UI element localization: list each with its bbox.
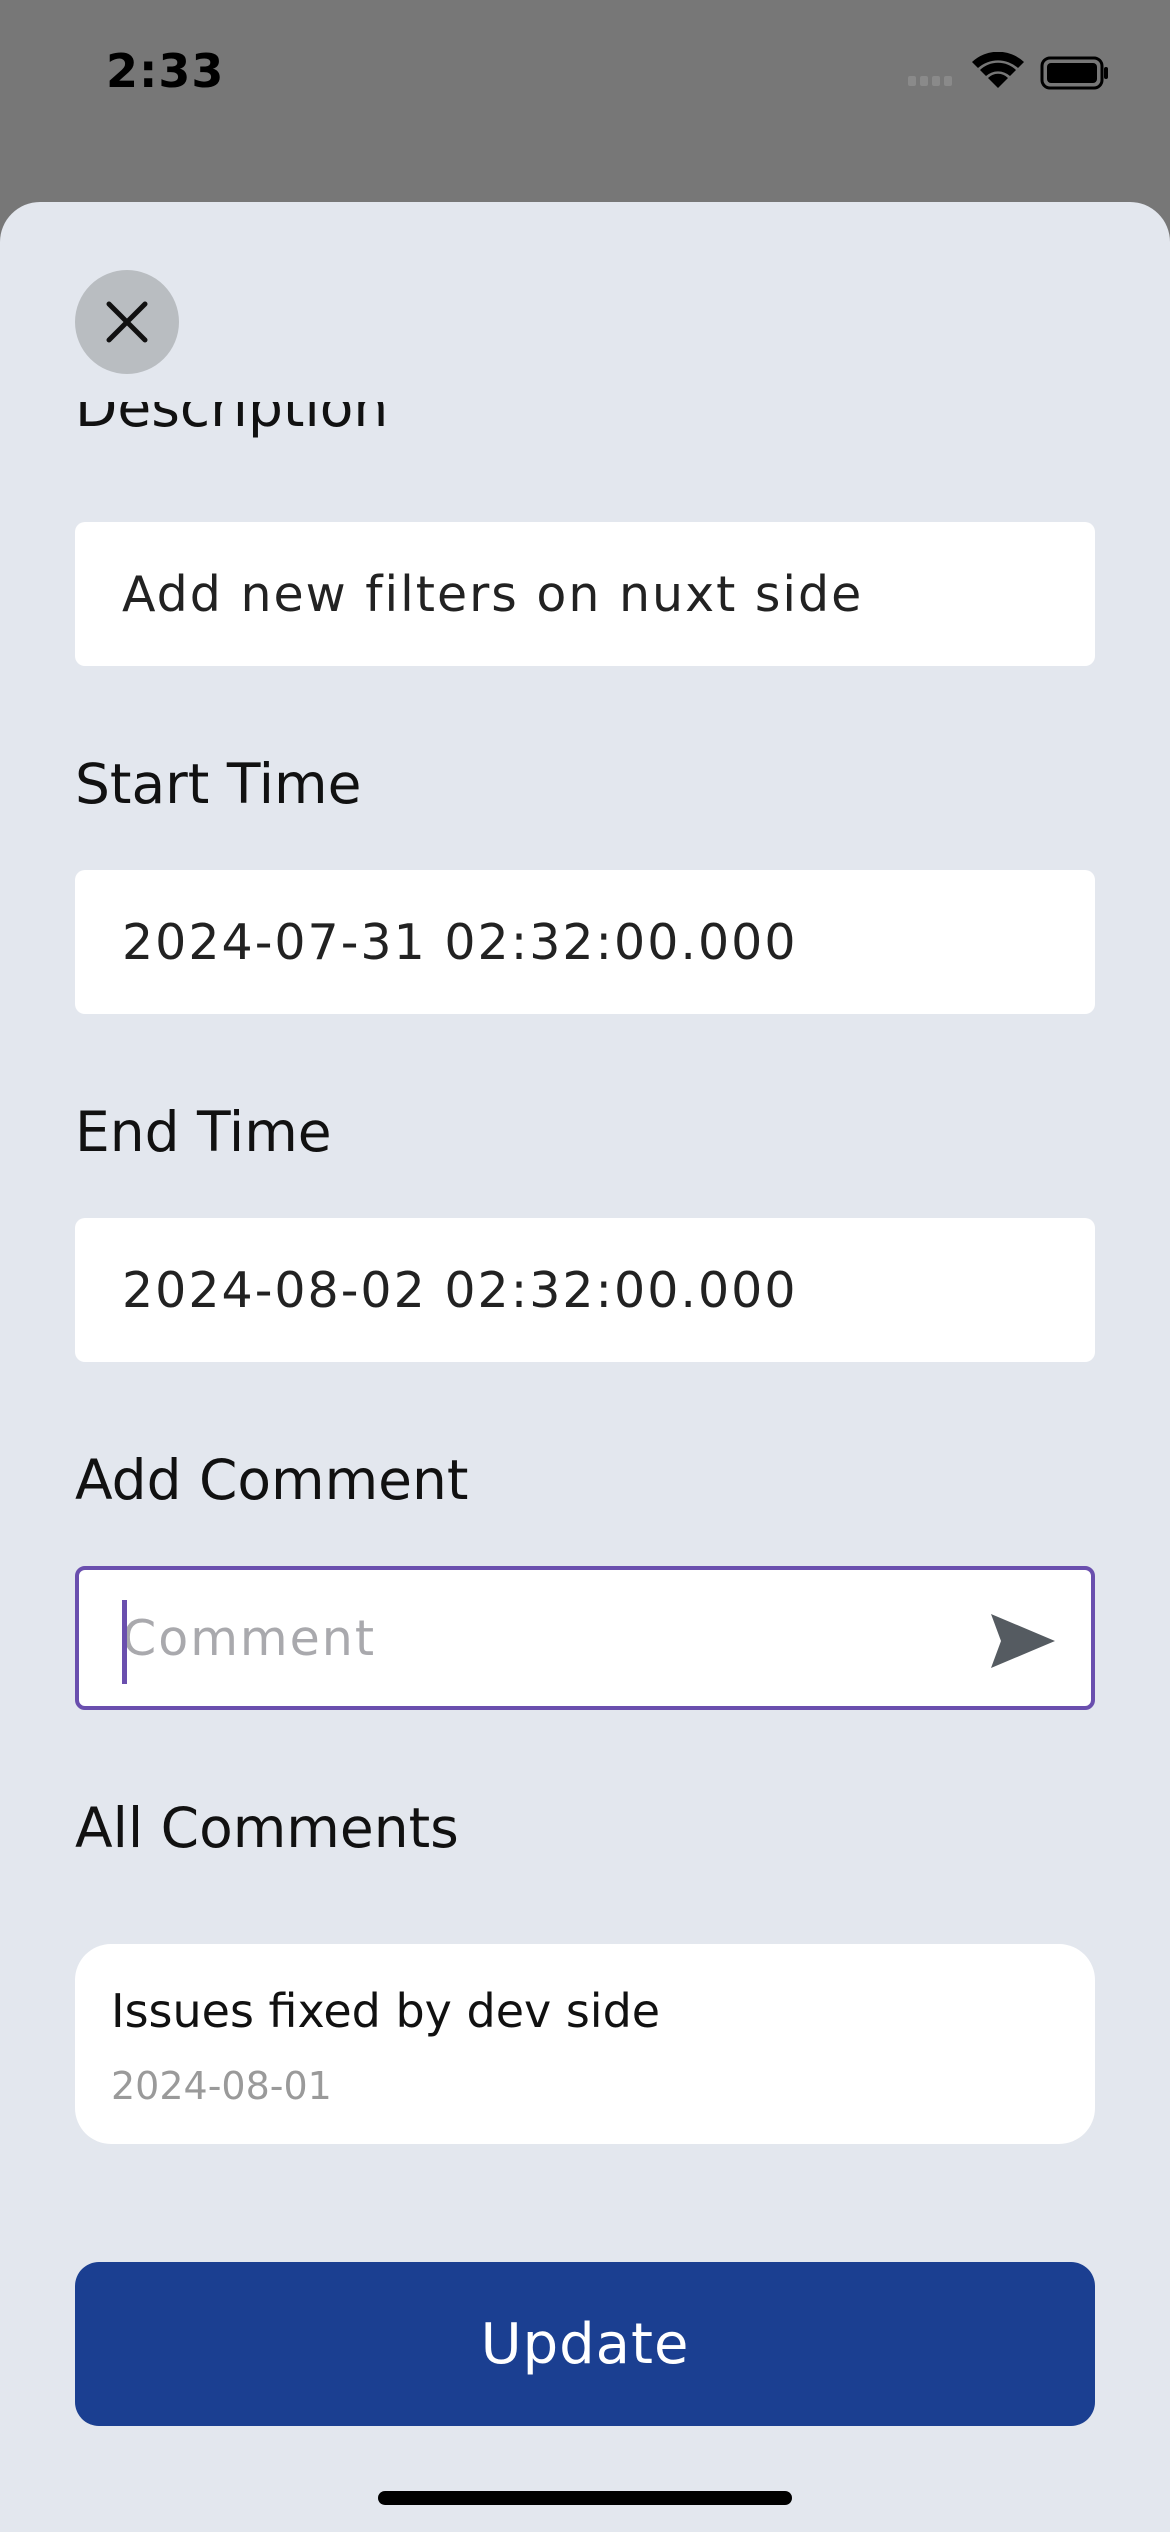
text-caret [122, 1600, 127, 1684]
comment-text: Issues fixed by dev side [111, 1984, 661, 2038]
add-comment-label: Add Comment [75, 1448, 469, 1512]
description-label: Description [75, 402, 389, 439]
comment-date: 2024-08-01 [111, 2064, 332, 2108]
status-time: 2:33 [106, 44, 225, 98]
comment-card: Issues fixed by dev side 2024-08-01 [75, 1944, 1095, 2144]
status-bar: 2:33 [0, 0, 1170, 150]
comment-placeholder: Comment [122, 1609, 377, 1667]
start-time-value: 2024-07-31 02:32:00.000 [122, 913, 798, 971]
home-indicator [378, 2491, 792, 2505]
send-icon [991, 1614, 1055, 1668]
update-button[interactable]: Update [75, 2262, 1095, 2426]
end-time-value: 2024-08-02 02:32:00.000 [122, 1261, 798, 1319]
comment-input[interactable]: Comment [75, 1566, 1095, 1710]
battery-icon [1040, 56, 1108, 90]
status-icons [902, 51, 1112, 92]
description-field[interactable]: Add new filters on nuxt side [75, 522, 1095, 666]
close-icon [106, 301, 148, 343]
close-button[interactable] [75, 270, 179, 374]
start-time-label: Start Time [75, 752, 362, 816]
end-time-label: End Time [75, 1100, 332, 1164]
cellular-signal-icon [908, 76, 952, 86]
description-value: Add new filters on nuxt side [122, 565, 864, 623]
edit-task-sheet: Description Add new filters on nuxt side… [0, 202, 1170, 2532]
all-comments-label: All Comments [75, 1796, 459, 1860]
send-button[interactable] [989, 1612, 1057, 1682]
end-time-field[interactable]: 2024-08-02 02:32:00.000 [75, 1218, 1095, 1362]
wifi-icon [972, 51, 1024, 88]
start-time-field[interactable]: 2024-07-31 02:32:00.000 [75, 870, 1095, 1014]
